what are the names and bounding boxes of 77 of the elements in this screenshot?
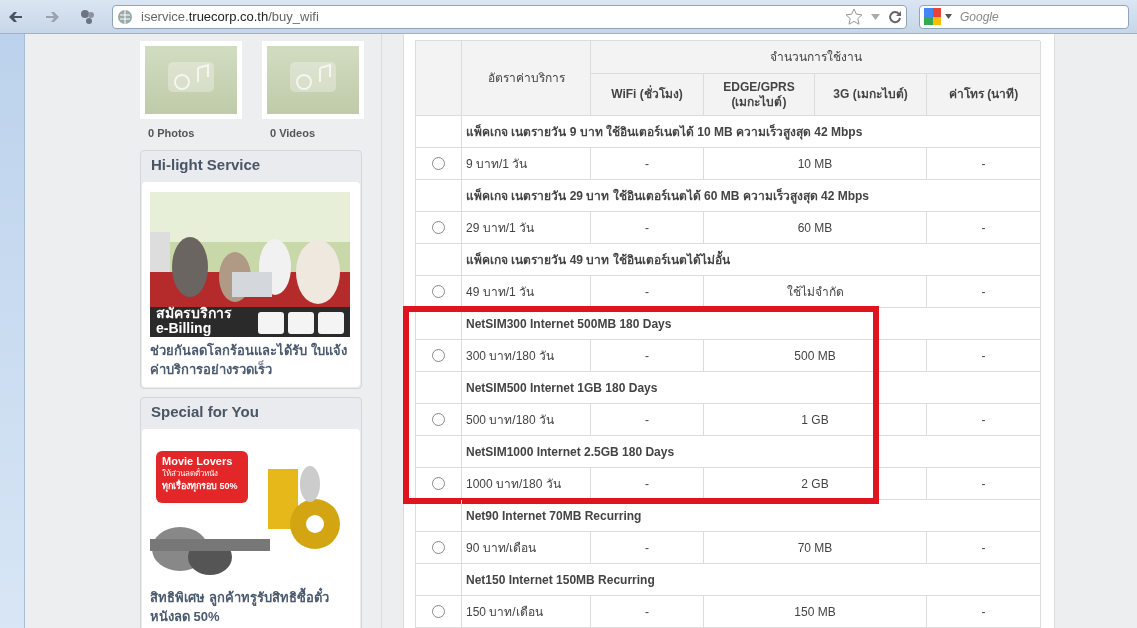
address-bar[interactable]: iservice.truecorp.co.th/buy_wifi	[112, 4, 907, 29]
table-cell-text: 90 บาท/เดือน	[466, 539, 536, 557]
panel-title: Special for You	[150, 402, 260, 423]
package-title: แพ็คเกจ เนตรายวัน 49 บาท ใช้อินเตอร์เนตได้ไม่อั้น	[466, 250, 730, 269]
panel-caption[interactable]: สิทธิพิเศษ ลูกค้าทรูรับสิทธิซื้อตั๋วหนังลด 50%	[150, 587, 352, 626]
column-header: จำนวนการใช้งาน	[769, 49, 862, 66]
banner-text: ให้ส่วนลดตั๋วหนัง	[162, 468, 218, 479]
radio-button[interactable]	[432, 477, 445, 490]
url-text: iservice.truecorp.co.th/buy_wifi	[141, 7, 320, 26]
package-title: NetSIM1000 Internet 2.5GB 180 Days	[466, 443, 675, 461]
package-title: NetSIM500 Internet 1GB 180 Days	[466, 379, 658, 397]
package-title: Net150 Internet 150MB Recurring	[466, 571, 655, 589]
search-placeholder: Google	[960, 8, 999, 26]
table-cell-text: -	[981, 603, 986, 621]
banner-text: Movie Lovers	[162, 454, 233, 467]
table-cell-text: 1 GB	[801, 411, 829, 429]
package-title: แพ็คเกจ เนตรายวัน 9 บาท ใช้อินเตอร์เนตได้ 10 MB ความเร็วสูงสุด 42 Mbps	[466, 123, 863, 141]
media-count: 0 Videos	[269, 126, 317, 141]
table-cell-text: -	[981, 539, 986, 557]
column-header: ค่าโทร (นาที)	[948, 87, 1019, 102]
table-cell-text: -	[645, 283, 649, 301]
radio-button[interactable]	[432, 541, 445, 554]
banner-text: ทุกเรื่องทุกรอบ 50%	[162, 480, 238, 492]
table-cell-text: 1000 บาท/180 วัน	[466, 475, 561, 493]
panel-caption[interactable]: ช่วยกันลดโลกร้อนและได้รับ ใบแจ้งค่าบริการอย่างรวดเร็ว	[150, 340, 352, 379]
radio-button[interactable]	[432, 413, 445, 426]
radio-button[interactable]	[432, 221, 445, 234]
package-title: Net90 Internet 70MB Recurring	[466, 507, 642, 525]
table-cell-text: -	[645, 539, 649, 557]
table-cell-text: -	[981, 155, 986, 173]
table-cell-text: 10 MB	[797, 155, 833, 173]
radio-button[interactable]	[432, 157, 445, 170]
table-cell-text: 29 บาท/1 วัน	[466, 219, 535, 237]
table-cell-text: -	[981, 475, 986, 493]
table-cell-text: -	[645, 475, 649, 493]
banner-text: สมัครบริการ	[156, 305, 232, 321]
table-cell-text: -	[645, 603, 649, 621]
media-thumbnail[interactable]	[140, 41, 242, 119]
table-cell-text: 150 บาท/เดือน	[466, 603, 543, 621]
table-cell-text: 70 MB	[797, 539, 833, 557]
column-header: อัตราค่าบริการ	[487, 70, 565, 87]
table-cell-text: -	[981, 283, 986, 301]
table-cell-text: 49 บาท/1 วัน	[466, 283, 535, 301]
table-cell-text: -	[645, 411, 649, 429]
dropdown-icon[interactable]	[945, 14, 952, 19]
radio-button[interactable]	[432, 349, 445, 362]
table-cell-text: 60 MB	[797, 219, 833, 237]
panel-title: Hi-light Service	[150, 155, 262, 176]
reload-icon[interactable]	[888, 9, 902, 24]
table-cell-text: 300 บาท/180 วัน	[466, 347, 555, 365]
table-cell-text: 500 บาท/180 วัน	[466, 411, 555, 429]
column-header: EDGE/GPRS (เมกะไบต์)	[722, 79, 796, 110]
radio-button[interactable]	[432, 285, 445, 298]
media-thumbnail[interactable]	[262, 41, 364, 119]
column-header: 3G (เมกะไบต์)	[833, 87, 908, 102]
extension-icon[interactable]	[80, 8, 96, 25]
package-title: NetSIM300 Internet 500MB 180 Days	[466, 315, 672, 333]
table-cell-text: -	[645, 347, 649, 365]
table-cell-text: -	[981, 347, 986, 365]
globe-icon	[117, 8, 133, 25]
table-cell-text: -	[645, 155, 649, 173]
table-cell-text: 9 บาท/1 วัน	[466, 155, 528, 173]
star-icon[interactable]	[845, 7, 863, 26]
search-engine-icon	[924, 8, 941, 25]
table-cell-text: 150 MB	[794, 603, 836, 621]
table-cell-text: 500 MB	[794, 347, 836, 365]
search-field[interactable]: Google	[919, 4, 1129, 29]
column-header: WiFi (ชั่วโมง)	[611, 87, 683, 102]
table-cell-text: -	[981, 411, 986, 429]
package-title: แพ็คเกจ เนตรายวัน 29 บาท ใช้อินเตอร์เนตได้ 60 MB ความเร็วสูงสุด 42 Mbps	[466, 187, 870, 205]
table-cell-text: ใช้ไม่จำกัด	[786, 283, 844, 301]
banner-text: e-Billing	[156, 320, 212, 336]
table-cell-text: -	[981, 219, 986, 237]
media-count: 0 Photos	[147, 126, 196, 141]
table-cell-text: 2 GB	[801, 475, 829, 493]
table-cell-text: -	[645, 219, 649, 237]
radio-button[interactable]	[432, 605, 445, 618]
